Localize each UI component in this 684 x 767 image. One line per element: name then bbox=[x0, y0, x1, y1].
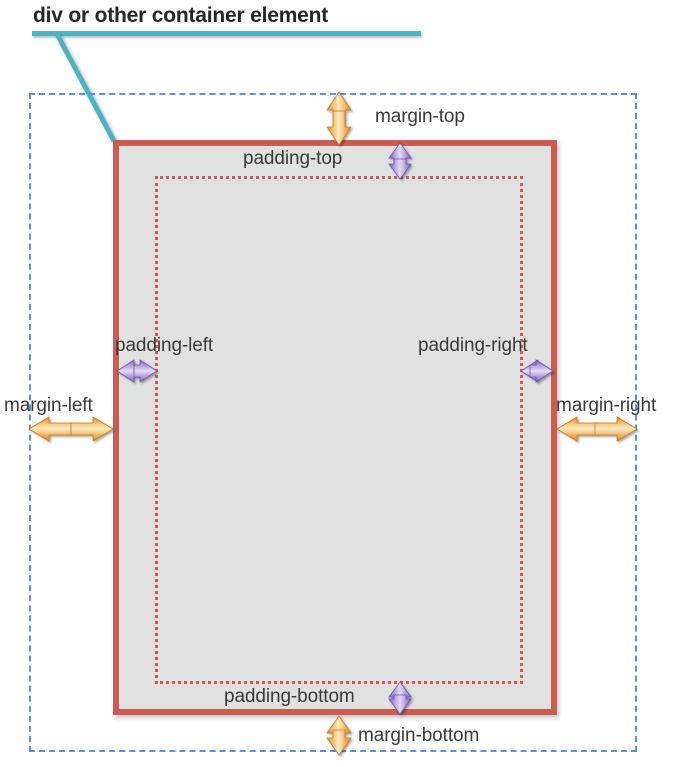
label-margin-left: margin-left bbox=[4, 395, 93, 416]
label-padding-right: padding-right bbox=[418, 335, 528, 356]
title-underline bbox=[32, 31, 421, 36]
label-padding-bottom: padding-bottom bbox=[224, 686, 355, 707]
label-margin-top: margin-top bbox=[375, 106, 465, 127]
page-title: div or other container element bbox=[33, 4, 329, 27]
label-padding-top: padding-top bbox=[243, 148, 343, 169]
label-margin-right: margin-right bbox=[556, 395, 657, 416]
box-model-diagram: div or other container element margin-to… bbox=[0, 0, 684, 767]
padding-boundary-box bbox=[155, 176, 523, 684]
label-margin-bottom: margin-bottom bbox=[358, 725, 480, 746]
label-padding-left: padding-left bbox=[115, 335, 214, 356]
